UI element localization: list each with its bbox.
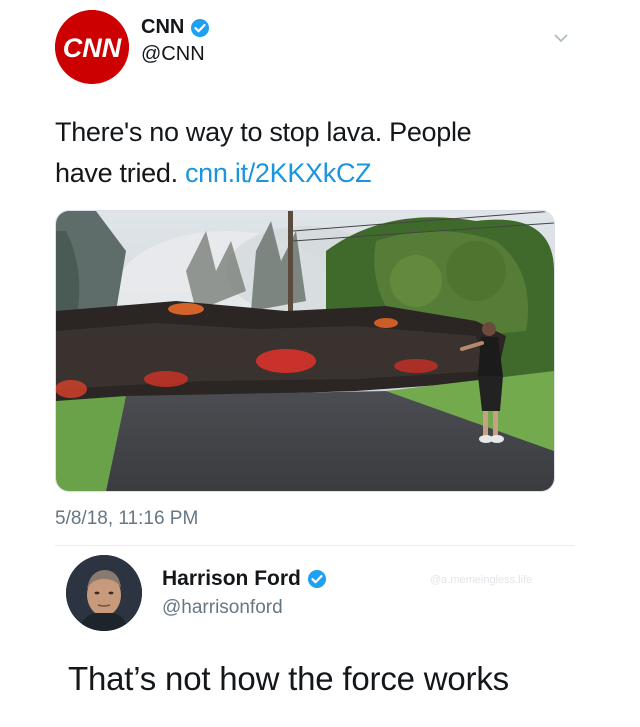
watermark: @a.memeingless.life [430, 574, 533, 586]
reply-author-name[interactable]: Harrison Ford [162, 567, 301, 591]
author-block: CNN @CNN [141, 16, 210, 66]
tweet-text-line-2-prefix: have tried. [55, 158, 185, 188]
author-display-name[interactable]: CNN [141, 16, 210, 39]
cnn-logo-text: CNN [63, 33, 122, 63]
tweet-media-image[interactable] [55, 210, 555, 492]
cnn-logo-icon: CNN [55, 10, 129, 84]
reply-text: That’s not how the force works [68, 660, 509, 697]
chevron-down-icon[interactable] [551, 28, 571, 48]
tweet-text: There's no way to stop lava. People have… [55, 112, 555, 194]
verified-badge-icon [307, 570, 326, 588]
reply-display-name[interactable]: Harrison Ford [162, 567, 327, 591]
reply-author-block: Harrison Ford @harrisonford [162, 567, 327, 619]
tweet-text-line-1: There's no way to stop lava. People [55, 117, 472, 147]
tweet-header: CNN CNN @CNN [55, 10, 575, 90]
profile-photo-icon [66, 555, 142, 631]
cnn-avatar[interactable]: CNN [55, 10, 129, 84]
reply-header: Harrison Ford @harrisonford [66, 555, 566, 635]
lava-photo [56, 211, 554, 491]
divider [55, 545, 575, 546]
reply-author-handle[interactable]: @harrisonford [162, 597, 327, 619]
author-name[interactable]: CNN [141, 16, 184, 39]
tweet-text-line-2: have tried. cnn.it/2KKXkCZ [55, 153, 555, 194]
author-handle[interactable]: @CNN [141, 43, 210, 66]
reply-avatar[interactable] [66, 555, 142, 631]
tweet-timestamp[interactable]: 5/8/18, 11:16 PM [55, 508, 198, 530]
tweet-link[interactable]: cnn.it/2KKXkCZ [185, 158, 372, 188]
verified-badge-icon [191, 18, 210, 37]
